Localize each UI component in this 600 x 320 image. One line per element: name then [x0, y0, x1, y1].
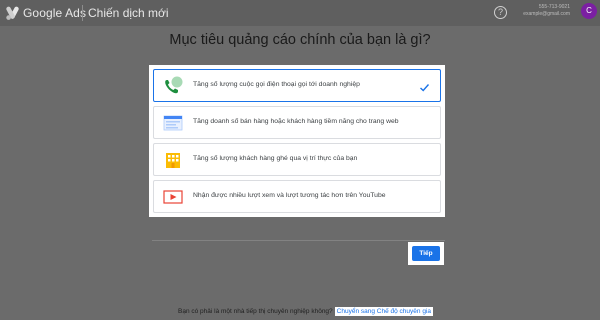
option-label: Tăng số lượng khách hàng ghé qua vị trí …	[193, 155, 358, 162]
account-info[interactable]: 555-713-9021 example@gmail.com	[523, 4, 570, 18]
account-email: example@gmail.com	[523, 11, 570, 17]
next-button-highlight: Tiếp	[408, 242, 444, 265]
google-ads-logo-icon[interactable]	[5, 5, 21, 21]
goal-options-panel: Tăng số lượng cuộc gọi điện thoại gọi tớ…	[149, 65, 445, 217]
youtube-play-icon	[162, 187, 184, 207]
top-bar: Google Ads Chiến dịch mới ? 555-713-9021…	[0, 0, 600, 26]
page-title: Chiến dịch mới	[88, 6, 169, 20]
expert-mode-link[interactable]: Chuyển sang Chế độ chuyên gia	[334, 306, 433, 316]
option-youtube-views[interactable]: Nhận được nhiều lượt xem và lượt tương t…	[153, 180, 441, 213]
account-phone: 555-713-9021	[538, 4, 570, 10]
storefront-icon	[162, 150, 184, 170]
option-label: Nhận được nhiều lượt xem và lượt tương t…	[193, 192, 386, 199]
next-button[interactable]: Tiếp	[412, 246, 440, 261]
option-website-sales[interactable]: Tăng doanh số bán hàng hoặc khách hàng t…	[153, 106, 441, 139]
expert-mode-question: Bạn có phải là một nhà tiếp thị chuyên n…	[178, 307, 333, 315]
webpage-icon	[162, 113, 184, 133]
brand-name: Google Ads	[23, 6, 87, 20]
goal-question: Mục tiêu quảng cáo chính của bạn là gì?	[169, 32, 431, 48]
checkmark-icon	[419, 80, 430, 92]
option-phone-calls[interactable]: Tăng số lượng cuộc gọi điện thoại gọi tớ…	[153, 69, 441, 102]
header-divider	[82, 5, 83, 21]
section-divider	[152, 240, 445, 241]
option-store-visits[interactable]: Tăng số lượng khách hàng ghé qua vị trí …	[153, 143, 441, 176]
expert-mode-prompt: Bạn có phải là một nhà tiếp thị chuyên n…	[178, 306, 433, 316]
phone-call-icon	[162, 76, 184, 96]
avatar[interactable]: C	[581, 3, 597, 19]
help-icon[interactable]: ?	[494, 6, 507, 19]
option-label: Tăng doanh số bán hàng hoặc khách hàng t…	[193, 118, 399, 125]
option-label: Tăng số lượng cuộc gọi điện thoại gọi tớ…	[193, 81, 360, 88]
